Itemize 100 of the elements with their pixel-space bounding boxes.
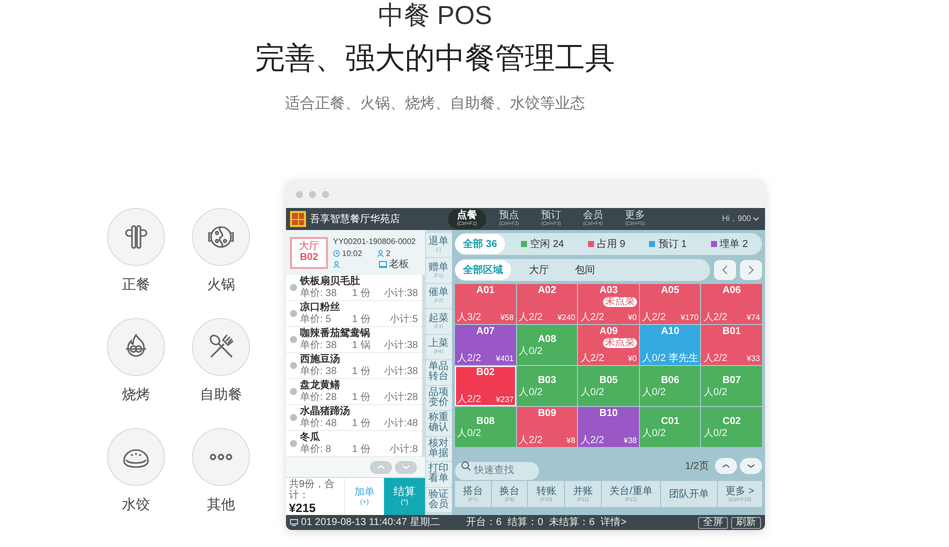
table-tile[interactable]: A01 人3/2 ¥58	[455, 284, 516, 324]
table-tile[interactable]: A10 人0/2 李先生	[640, 325, 700, 365]
table-name: B06	[660, 374, 680, 386]
table-tile[interactable]: B10 人2/2 ¥38	[578, 407, 639, 447]
search-field[interactable]: 快速查找	[455, 462, 540, 480]
table-tile[interactable]: B02 人2/2 ¥237	[455, 366, 516, 406]
item-quantity: 1 份	[352, 418, 372, 429]
table-name: B03	[536, 374, 558, 386]
unit-price: 单价: 38	[300, 288, 338, 299]
footer-button[interactable]: 刷新	[731, 516, 761, 528]
table-name: B07	[722, 374, 742, 386]
table-name: C02	[722, 416, 742, 428]
chevron-up-icon	[721, 462, 731, 470]
status-filter[interactable]: 空闲 24	[513, 234, 572, 254]
page-subtitle: 适合正餐、火锅、烧烤、自助餐、水饺等业态	[284, 94, 586, 114]
guest-capacity: 人2/2	[457, 394, 482, 405]
table-name: A07	[475, 326, 496, 338]
table-tile[interactable]: A06 人2/2 ¥74	[701, 284, 762, 324]
side-action-button[interactable]: 验证会员	[426, 488, 452, 512]
item-name: 凉口粉丝	[300, 302, 341, 314]
order-item[interactable]: 凉口粉丝 单价: 5 1 份 小计:5	[286, 301, 422, 327]
status-filter[interactable]: 预订 1	[641, 234, 695, 254]
status-filter[interactable]: 全部 36	[455, 234, 506, 254]
monitor-icon	[379, 260, 387, 268]
order-item[interactable]: 铁板扇贝毛肚 单价: 38 1 份 小计:38	[286, 275, 422, 301]
table-amount: ¥0	[628, 354, 637, 364]
chevron-left-icon	[721, 265, 729, 275]
caret-icon	[753, 217, 759, 221]
previous-page-button[interactable]	[714, 260, 736, 280]
table-amount: ¥401	[496, 354, 514, 364]
scroll-up-button[interactable]	[370, 460, 392, 474]
item-quantity: 1 份	[352, 392, 372, 403]
table-tile[interactable]: A02 人2/2 ¥240	[516, 284, 578, 324]
table-tile[interactable]: C01 人0/2	[640, 407, 700, 447]
side-action-button[interactable]: 单品转台	[426, 360, 452, 385]
stat-text: 开台：6	[466, 516, 502, 530]
table-name: A01	[475, 285, 496, 297]
item-subtotal: 小计:38	[384, 366, 418, 377]
table-tile[interactable]: A08 人0/2	[516, 325, 578, 365]
table-tile[interactable]: B05 人0/2	[578, 366, 639, 406]
chevron-up-icon	[376, 463, 386, 471]
store-name: 吾享智慧餐厅华苑店	[310, 212, 401, 226]
table-amount: ¥0	[628, 313, 637, 323]
table-tile[interactable]: B06 人0/2	[640, 366, 700, 406]
side-action-button[interactable]: 品项变价	[426, 386, 452, 410]
unit-price: 单价: 8	[300, 444, 332, 455]
order-item[interactable]: 水晶猪蹄汤 单价: 48 1 份 小计:48	[286, 405, 422, 431]
guest-capacity: 人0/2	[703, 428, 728, 438]
status-filter[interactable]: 占用 9	[580, 234, 634, 254]
table-tile[interactable]: B01 人2/2 ¥33	[701, 325, 762, 365]
status-filter[interactable]: 埋单 2	[702, 234, 756, 254]
table-tile[interactable]: C02 人0/2	[701, 407, 762, 447]
table-amount: ¥240	[557, 313, 576, 323]
side-action-button[interactable]: 称重确认	[426, 411, 452, 436]
monitor-icon	[290, 519, 298, 526]
search-icon	[461, 461, 472, 471]
table-name: A10	[660, 326, 680, 338]
table-name: B10	[598, 408, 619, 420]
guest-capacity: 人0/2	[703, 386, 728, 398]
user-greeting: Hi，900	[722, 213, 751, 225]
guest-capacity: 人0/2	[642, 386, 666, 398]
guest-capacity: 人0/2	[518, 346, 543, 356]
table-tile[interactable]: B07 人0/2	[701, 366, 762, 406]
table-tile[interactable]: B09 人2/2 ¥8	[516, 407, 578, 447]
order-number: YY00201-190806-0002	[333, 236, 416, 248]
area-tab[interactable]: 大厅	[521, 260, 558, 280]
side-action-button[interactable]: 核对单据	[426, 436, 452, 462]
customer-name: 李先生	[668, 353, 698, 364]
action-button[interactable]: 团队开单	[661, 481, 717, 507]
area-tab[interactable]: 全部区域	[455, 260, 512, 280]
guest-count: 2	[386, 248, 390, 258]
side-action-button[interactable]: 打印看单	[426, 462, 452, 487]
footer-button[interactable]: 全屏	[698, 516, 728, 528]
table-tile[interactable]: B08 人0/2	[455, 407, 516, 447]
order-item[interactable]: 咖辣番茄鸳鸯锅 单价: 38 1 锅 小计:38	[286, 327, 422, 353]
guest-capacity: 人0/2	[518, 386, 543, 398]
order-item[interactable]: 西施豆汤 单价: 38 1 份 小计:38	[286, 353, 422, 379]
area-tab[interactable]: 包间	[567, 260, 604, 280]
item-quantity: 1 份	[352, 366, 372, 377]
scroll-down-button[interactable]	[394, 460, 417, 474]
table-tile[interactable]: B03 人0/2	[516, 366, 578, 406]
scroll-up-button[interactable]	[715, 458, 737, 474]
table-tile[interactable]: A07 人2/2 ¥401	[455, 325, 516, 365]
details-link[interactable]: 详情>	[600, 515, 627, 530]
unit-price: 单价: 38	[300, 366, 338, 377]
next-page-button[interactable]	[740, 260, 762, 280]
guest-capacity: 人2/2	[703, 312, 728, 323]
scroll-down-button[interactable]	[740, 458, 762, 474]
guest-capacity: 人2/2	[580, 353, 604, 364]
category-label: 自助餐	[200, 385, 242, 404]
page-headline: 完善、强大的中餐管理工具	[254, 42, 616, 76]
table-amount: ¥38	[624, 436, 637, 446]
item-quantity: 1 份	[352, 288, 372, 299]
table-tile[interactable]: A05 人2/2 ¥170	[640, 284, 700, 324]
guest-capacity: 人2/2	[518, 312, 543, 323]
table-name: A03	[598, 285, 619, 297]
table-name: A02	[536, 285, 558, 297]
order-item[interactable]: 盘龙黄鳝 单价: 28 1 份 小计:28	[286, 379, 422, 405]
item-name: 咖辣番茄鸳鸯锅	[300, 328, 371, 340]
unit-price: 单价: 38	[300, 340, 338, 351]
